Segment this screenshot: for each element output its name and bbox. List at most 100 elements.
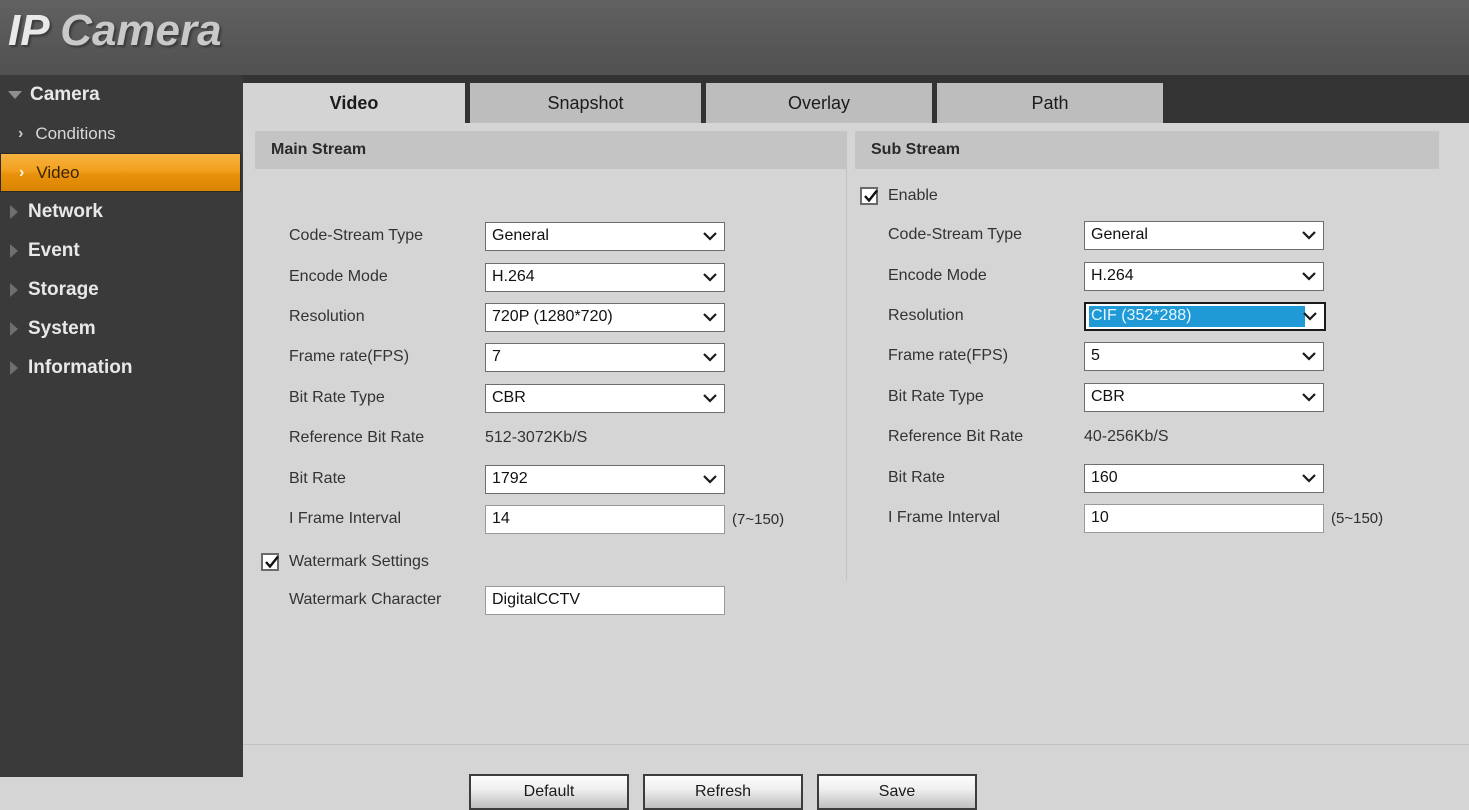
sidebar-group-storage[interactable]: Storage	[0, 270, 243, 309]
chevron-down-icon	[1302, 231, 1316, 240]
sidebar-group-event[interactable]: Event	[0, 231, 243, 270]
chevron-right-icon: ›	[19, 163, 25, 181]
tab-snapshot[interactable]: Snapshot	[470, 83, 701, 123]
sub-stream-section-header: Sub Stream	[855, 131, 1439, 169]
tab-path[interactable]: Path	[937, 83, 1163, 123]
sub-bit-rate-type-value: CBR	[1091, 388, 1125, 405]
main-i-frame-interval-value: 14	[492, 510, 510, 527]
sub-bit-rate-label: Bit Rate	[888, 469, 945, 486]
chevron-down-icon	[703, 273, 717, 282]
sub-frame-rate-row: Frame rate(FPS) 5	[888, 340, 1324, 372]
default-button[interactable]: Default	[469, 774, 629, 810]
chevron-down-icon	[1302, 474, 1316, 483]
tab-overlay[interactable]: Overlay	[706, 83, 932, 123]
sub-code-stream-type-row: Code-Stream Type General	[888, 219, 1324, 251]
watermark-character-label: Watermark Character	[289, 591, 442, 608]
app-header: IP Camera	[0, 0, 1469, 75]
sidebar-group-system-label: System	[28, 317, 96, 339]
main-resolution-label: Resolution	[289, 308, 365, 325]
main-resolution-select[interactable]: 720P (1280*720)	[485, 302, 725, 332]
tab-video[interactable]: Video	[243, 83, 465, 123]
footer-separator	[243, 744, 1469, 745]
sub-frame-rate-value: 5	[1091, 347, 1100, 364]
main-frame-rate-row: Frame rate(FPS) 7	[289, 341, 725, 373]
chevron-right-icon: ›	[18, 124, 24, 142]
main-code-stream-type-select[interactable]: General	[485, 221, 725, 251]
sub-bit-rate-select[interactable]: 160	[1084, 463, 1324, 493]
sub-bit-rate-value: 160	[1091, 469, 1118, 486]
main-i-frame-interval-row: I Frame Interval 14 (7~150)	[289, 503, 784, 535]
main-bit-rate-label: Bit Rate	[289, 470, 346, 487]
main-bit-rate-type-row: Bit Rate Type CBR	[289, 382, 725, 414]
sidebar-group-camera[interactable]: Camera	[0, 75, 243, 114]
sub-reference-bit-rate-label: Reference Bit Rate	[888, 428, 1024, 445]
main-reference-bit-rate-value: 512-3072Kb/S	[485, 429, 588, 446]
main-resolution-row: Resolution 720P (1280*720)	[289, 301, 725, 333]
main-bit-rate-type-select[interactable]: CBR	[485, 383, 725, 413]
main-frame-rate-select[interactable]: 7	[485, 342, 725, 372]
main-code-stream-type-value: General	[492, 227, 549, 244]
checkbox-icon	[860, 187, 878, 205]
app-title-bold: IP	[8, 6, 48, 55]
sidebar-group-network-label: Network	[28, 200, 103, 222]
chevron-down-icon	[1302, 272, 1316, 281]
sub-resolution-select[interactable]: CIF (352*288)	[1084, 301, 1326, 331]
sub-bit-rate-type-select[interactable]: CBR	[1084, 382, 1324, 412]
watermark-settings-label: Watermark Settings	[289, 553, 429, 570]
sub-resolution-label: Resolution	[888, 307, 964, 324]
chevron-down-icon	[703, 353, 717, 362]
sidebar-item-conditions[interactable]: › Conditions	[0, 114, 243, 153]
main-encode-mode-label: Encode Mode	[289, 268, 388, 285]
sub-encode-mode-label: Encode Mode	[888, 267, 987, 284]
sub-resolution-row: Resolution CIF (352*288)	[888, 300, 1326, 332]
watermark-settings-checkbox[interactable]: Watermark Settings	[261, 553, 429, 571]
sub-bit-rate-type-label: Bit Rate Type	[888, 388, 984, 405]
sidebar-group-network[interactable]: Network	[0, 192, 243, 231]
sub-reference-bit-rate-row: Reference Bit Rate 40-256Kb/S	[888, 421, 1169, 453]
sub-enable-label: Enable	[888, 187, 938, 204]
main-encode-mode-value: H.264	[492, 268, 535, 285]
content-area: Video Snapshot Overlay Path Main Stream …	[243, 75, 1469, 810]
sub-frame-rate-label: Frame rate(FPS)	[888, 347, 1009, 364]
chevron-down-icon	[703, 232, 717, 241]
sub-i-frame-interval-value: 10	[1091, 509, 1109, 526]
main-frame-rate-label: Frame rate(FPS)	[289, 348, 410, 365]
refresh-button[interactable]: Refresh	[643, 774, 803, 810]
main-stream-section-header: Main Stream	[255, 131, 847, 169]
sidebar-group-information[interactable]: Information	[0, 348, 243, 387]
watermark-character-row: Watermark Character DigitalCCTV	[289, 584, 725, 616]
triangle-right-icon	[10, 243, 18, 258]
main-i-frame-interval-label: I Frame Interval	[289, 510, 402, 527]
triangle-right-icon	[10, 204, 18, 219]
main-bit-rate-select[interactable]: 1792	[485, 464, 725, 494]
sub-code-stream-type-label: Code-Stream Type	[888, 226, 1022, 243]
save-button[interactable]: Save	[817, 774, 977, 810]
main-i-frame-interval-input[interactable]: 14	[485, 504, 725, 534]
sub-i-frame-interval-label: I Frame Interval	[888, 509, 1001, 526]
tab-bar: Video Snapshot Overlay Path	[243, 75, 1469, 123]
chevron-down-icon	[1303, 312, 1317, 321]
sub-frame-rate-select[interactable]: 5	[1084, 341, 1324, 371]
triangle-right-icon	[10, 282, 18, 297]
sub-i-frame-interval-input[interactable]: 10	[1084, 503, 1324, 533]
main-bit-rate-row: Bit Rate 1792	[289, 463, 725, 495]
main-bit-rate-value: 1792	[492, 470, 528, 487]
sub-encode-mode-select[interactable]: H.264	[1084, 261, 1324, 291]
watermark-character-value: DigitalCCTV	[492, 591, 581, 608]
sidebar-group-storage-label: Storage	[28, 278, 99, 300]
main-resolution-value: 720P (1280*720)	[492, 308, 613, 325]
sub-enable-checkbox[interactable]: Enable	[860, 187, 938, 205]
triangle-right-icon	[10, 360, 18, 375]
sidebar-group-camera-label: Camera	[30, 83, 100, 105]
sub-bit-rate-type-row: Bit Rate Type CBR	[888, 381, 1324, 413]
settings-panels: Main Stream Code-Stream Type General Enc…	[243, 123, 1469, 663]
sub-encode-mode-row: Encode Mode H.264	[888, 260, 1324, 292]
main-encode-mode-select[interactable]: H.264	[485, 262, 725, 292]
sidebar-group-system[interactable]: System	[0, 309, 243, 348]
sub-code-stream-type-select[interactable]: General	[1084, 220, 1324, 250]
sidebar-item-video[interactable]: › Video	[0, 153, 241, 192]
check-icon	[265, 555, 279, 569]
sub-bit-rate-row: Bit Rate 160	[888, 462, 1324, 494]
watermark-character-input[interactable]: DigitalCCTV	[485, 585, 725, 615]
main-reference-bit-rate-label: Reference Bit Rate	[289, 429, 425, 446]
